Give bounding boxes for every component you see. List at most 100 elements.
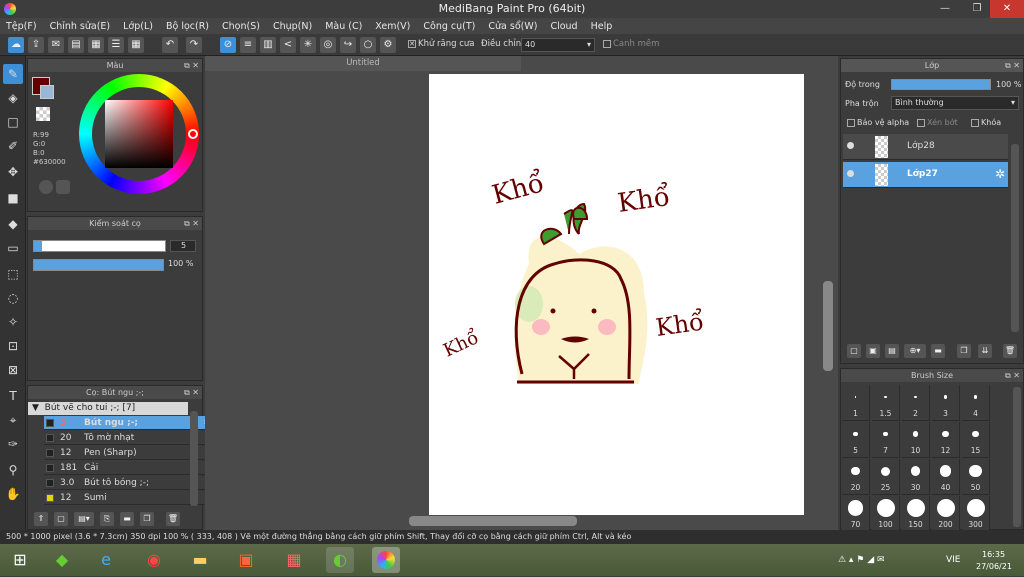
menu-item[interactable]: Cửa sổ(W) bbox=[488, 21, 537, 32]
brush-size-option[interactable]: 7 bbox=[872, 422, 900, 458]
brush-size-option[interactable]: 15 bbox=[962, 422, 990, 458]
close-icon[interactable]: ✕ bbox=[990, 0, 1024, 18]
brush-size-option[interactable]: 100 bbox=[872, 496, 900, 532]
transparent-color-swatch[interactable] bbox=[36, 107, 50, 121]
brush-size-option[interactable]: 2 bbox=[902, 385, 930, 421]
medibang-taskbar-icon[interactable] bbox=[372, 547, 400, 573]
eraser-tool-icon[interactable]: ◈ bbox=[3, 88, 23, 108]
rect-tool-icon[interactable]: □ bbox=[3, 112, 23, 132]
no-snap-icon[interactable]: ⊘ bbox=[220, 37, 236, 53]
document-icon[interactable]: ▦ bbox=[88, 37, 104, 53]
antialias-checkbox[interactable]: ✕ Khử răng cưa bbox=[408, 39, 475, 49]
select-tool-icon[interactable]: ⬚ bbox=[3, 264, 23, 284]
horizontal-scrollbar[interactable] bbox=[409, 516, 577, 526]
tray-icons[interactable]: ⚠ ▴ ⚑ ◢ ✉ bbox=[838, 555, 885, 565]
canvas-paper[interactable]: Khổ Khổ Khổ Khổ bbox=[429, 74, 804, 515]
layer-list-scrollbar[interactable] bbox=[1011, 144, 1019, 332]
ie-icon[interactable]: e bbox=[92, 547, 120, 573]
menu-item[interactable]: Chọn(S) bbox=[222, 21, 260, 32]
brush-tool-icon[interactable]: ✎ bbox=[3, 64, 23, 84]
settings-icon[interactable]: ⚙ bbox=[380, 37, 396, 53]
fill-rect-tool-icon[interactable]: ■ bbox=[3, 188, 23, 208]
brush-size-option[interactable]: 300 bbox=[962, 496, 990, 532]
brush-item[interactable]: 181 Cải bbox=[44, 461, 214, 475]
layer-duplicate-icon[interactable]: ❐ bbox=[957, 344, 971, 358]
lock-checkbox[interactable]: Khóa bbox=[971, 118, 1001, 127]
clip-checkbox[interactable]: Xén bớt bbox=[917, 118, 958, 127]
powerpoint-icon[interactable]: ▣ bbox=[232, 547, 260, 573]
palette-settings-icon[interactable] bbox=[56, 180, 70, 194]
grid-icon[interactable]: ▦ bbox=[128, 37, 144, 53]
panel-close-icon[interactable]: ⧉ ✕ bbox=[184, 217, 199, 230]
brush-new-icon[interactable]: ▢ bbox=[54, 512, 68, 526]
parallel-snap-icon[interactable]: ≡ bbox=[240, 37, 256, 53]
layer-folder-icon[interactable]: ▬ bbox=[931, 344, 945, 358]
gradient-tool-icon[interactable]: ▭ bbox=[3, 238, 23, 258]
minimize-icon[interactable]: — bbox=[930, 0, 960, 18]
vertical-scrollbar[interactable] bbox=[823, 281, 833, 371]
brush-item[interactable]: 12 Sumi bbox=[44, 491, 214, 505]
move-tool-icon[interactable]: ✥ bbox=[3, 162, 23, 182]
brush-size-option[interactable]: 5 bbox=[842, 422, 870, 458]
brush-size-option[interactable]: 4 bbox=[962, 385, 990, 421]
brush-size-slider[interactable] bbox=[33, 240, 166, 252]
layer-row[interactable]: Lớp28 bbox=[843, 134, 1008, 160]
menu-item[interactable]: Tệp(F) bbox=[6, 21, 37, 32]
select-pen-tool-icon[interactable]: ⊡ bbox=[3, 336, 23, 356]
redo-icon[interactable]: ↷ bbox=[186, 37, 202, 53]
cross-snap-icon[interactable]: ▥ bbox=[260, 37, 276, 53]
new-layer-8bit-icon[interactable]: ▣ bbox=[866, 344, 880, 358]
undo-icon[interactable]: ↶ bbox=[162, 37, 178, 53]
hand-tool-icon[interactable]: ✋ bbox=[3, 484, 23, 504]
panel-close-icon[interactable]: ⧉ ✕ bbox=[184, 386, 199, 399]
vanish-snap-icon[interactable]: < bbox=[280, 37, 296, 53]
brush-size-option[interactable]: 12 bbox=[932, 422, 960, 458]
palette-icon[interactable] bbox=[39, 180, 53, 194]
brush-item[interactable]: 20 Tô mờ nhạt bbox=[44, 431, 214, 445]
radial-snap-icon[interactable]: ✳ bbox=[300, 37, 316, 53]
text-tool-icon[interactable]: T bbox=[3, 386, 23, 406]
brush-size-option[interactable]: 200 bbox=[932, 496, 960, 532]
menu-item[interactable]: Chụp(N) bbox=[273, 21, 312, 32]
brush-group-header[interactable]: ▼ Bút vẽ cho tui ;-; [7] bbox=[28, 402, 188, 415]
menu-item[interactable]: Xem(V) bbox=[375, 21, 410, 32]
gear-icon[interactable]: ✲ bbox=[995, 167, 1005, 181]
brush-size-option[interactable]: 10 bbox=[902, 422, 930, 458]
hue-cursor[interactable] bbox=[188, 129, 198, 139]
menu-item[interactable]: Màu (C) bbox=[325, 21, 362, 32]
chrome-icon[interactable]: ◉ bbox=[140, 547, 168, 573]
brush-size-option[interactable]: 3 bbox=[932, 385, 960, 421]
eyedropper-tool-icon[interactable]: ⚲ bbox=[3, 460, 23, 480]
brush-folder-icon[interactable]: ▬ bbox=[120, 512, 134, 526]
brush-list-scrollbar[interactable] bbox=[190, 411, 198, 506]
layer-delete-icon[interactable]: 🗑 bbox=[1003, 344, 1017, 358]
windows-start-icon[interactable]: ⊞ bbox=[6, 547, 34, 573]
new-layer-icon[interactable]: ▢ bbox=[847, 344, 861, 358]
bluestacks-icon[interactable]: ◆ bbox=[48, 547, 76, 573]
panel-close-icon[interactable]: ⧉ ✕ bbox=[1005, 59, 1020, 72]
list-icon[interactable]: ☰ bbox=[108, 37, 124, 53]
curve-snap-icon[interactable]: ↪ bbox=[340, 37, 356, 53]
export-icon[interactable]: ⇪ bbox=[28, 37, 44, 53]
panel-icon[interactable]: ▤ bbox=[68, 37, 84, 53]
protect-alpha-checkbox[interactable]: Bảo vệ alpha bbox=[847, 118, 909, 127]
hue-wheel[interactable] bbox=[79, 74, 199, 194]
brush-opacity-slider[interactable] bbox=[33, 259, 164, 271]
panel-close-icon[interactable]: ⧉ ✕ bbox=[184, 59, 199, 72]
brush-size-option[interactable]: 25 bbox=[872, 459, 900, 495]
menu-item[interactable]: Cloud bbox=[550, 21, 577, 32]
brush-item[interactable]: 3.0 Bút tô bóng ;-; bbox=[44, 476, 214, 490]
clock-date[interactable]: 27/06/21 bbox=[976, 562, 1012, 571]
brush-size-option[interactable]: 70 bbox=[842, 496, 870, 532]
brush-size-option[interactable]: 150 bbox=[902, 496, 930, 532]
app-icon[interactable]: ▦ bbox=[280, 547, 308, 573]
blur-tool-icon[interactable]: ✑ bbox=[3, 434, 23, 454]
magic-wand-tool-icon[interactable]: ✧ bbox=[3, 312, 23, 332]
layer-row[interactable]: Lớp27 ✲ bbox=[843, 162, 1008, 188]
visibility-icon[interactable] bbox=[847, 142, 854, 149]
explorer-icon[interactable]: ▬ bbox=[186, 547, 214, 573]
circle-snap-icon[interactable]: ◎ bbox=[320, 37, 336, 53]
brush-size-option[interactable]: 30 bbox=[902, 459, 930, 495]
brush-size-scrollbar[interactable] bbox=[1013, 387, 1021, 527]
blend-mode-select[interactable]: Bình thường ▾ bbox=[891, 96, 1019, 110]
